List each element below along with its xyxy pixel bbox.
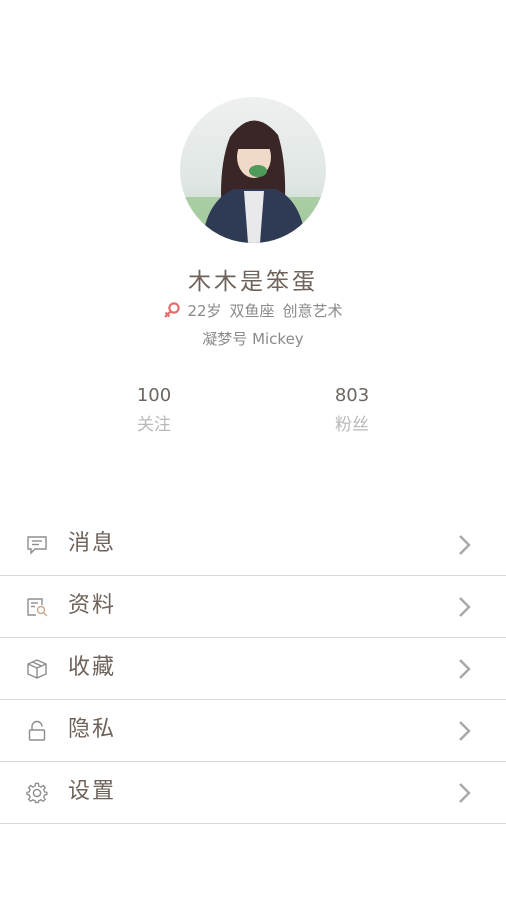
lock-icon (26, 720, 48, 742)
following-label: 关注 (137, 415, 171, 435)
chevron-right-icon (455, 719, 473, 743)
menu-item-profile[interactable]: 资料 (0, 576, 506, 638)
profile-uid: 凝梦号 Mickey (202, 330, 304, 348)
followers-label: 粉丝 (335, 415, 369, 435)
followers-count: 803 (334, 385, 370, 406)
message-icon (26, 534, 48, 556)
following-stat[interactable]: 100 关注 (94, 384, 214, 440)
profile-page: 木木是笨蛋 22岁 双鱼座 创意艺术 凝梦号 Mickey 100 关注 803 粉… (0, 0, 506, 900)
profile-age: 22岁 (187, 302, 222, 320)
following-count: 100 (136, 385, 172, 406)
chevron-right-icon (455, 533, 473, 557)
menu-label-settings: 设置 (68, 779, 117, 804)
menu-label-favorites: 收藏 (68, 655, 117, 680)
chevron-right-icon (455, 781, 473, 805)
menu-label-privacy: 隐私 (68, 717, 117, 742)
female-symbol-icon (163, 301, 181, 325)
profile-name: 木木是笨蛋 (188, 269, 318, 295)
menu-label-messages: 消息 (68, 531, 117, 556)
box-icon (26, 658, 48, 680)
avatar[interactable] (180, 97, 326, 243)
profile-tag: 创意艺术 (282, 302, 343, 320)
menu-item-privacy[interactable]: 隐私 (0, 700, 506, 762)
menu-item-favorites[interactable]: 收藏 (0, 638, 506, 700)
settings-menu: 消息 资料 收藏 隐私 设置 (0, 514, 506, 824)
profile-card-icon (26, 596, 48, 618)
avatar-photo (180, 97, 326, 243)
profile-meta: 22岁 双鱼座 创意艺术 (0, 300, 506, 325)
followers-stat[interactable]: 803 粉丝 (292, 384, 412, 440)
gear-icon (26, 782, 48, 804)
menu-label-profile: 资料 (68, 593, 117, 618)
chevron-right-icon (455, 595, 473, 619)
profile-zodiac: 双鱼座 (229, 302, 275, 320)
menu-item-messages[interactable]: 消息 (0, 514, 506, 576)
menu-item-settings[interactable]: 设置 (0, 762, 506, 824)
chevron-right-icon (455, 657, 473, 681)
